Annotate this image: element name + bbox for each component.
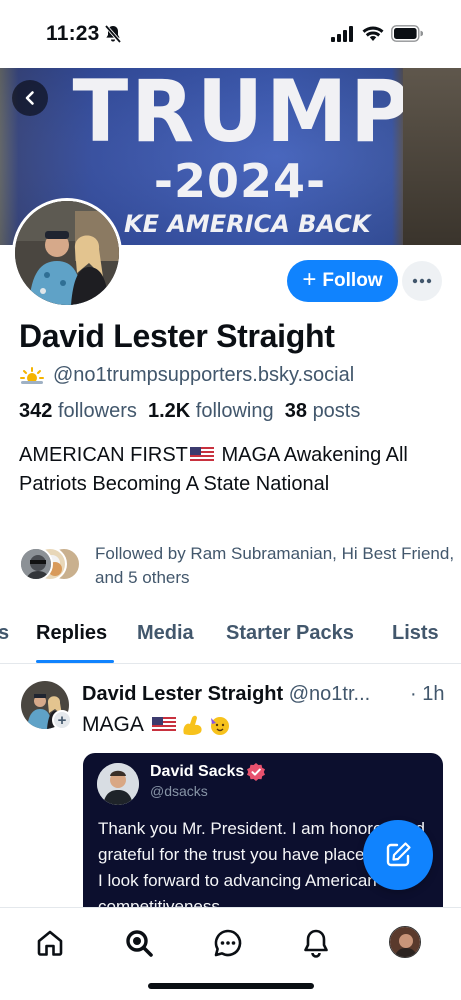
banner-text-line1: TRUMP — [72, 68, 413, 162]
compose-button[interactable] — [363, 820, 433, 890]
tab-media[interactable]: Media — [137, 622, 194, 645]
post-body: MAGA — [82, 713, 144, 736]
sun-behind-cloud-icon — [20, 366, 44, 384]
profile-bio: AMERICAN FIRST MAGA Awakening All Patrio… — [19, 444, 408, 495]
home-indicator — [148, 983, 314, 989]
nav-profile-avatar[interactable] — [389, 926, 421, 958]
tab-lists[interactable]: Lists — [392, 622, 439, 645]
avatar-photo — [15, 201, 119, 305]
status-time: 11:23 — [46, 22, 100, 45]
wifi-icon — [362, 26, 384, 41]
stats-row: 342 followers 1.2K following 38 posts — [19, 400, 360, 423]
post-text: MAGA — [82, 713, 232, 737]
partying-face-emoji — [210, 717, 229, 735]
followed-by-text: Followed by Ram Subramanian, Hi Best Fri… — [95, 544, 455, 587]
chevron-left-icon — [25, 91, 34, 105]
post-author-handle[interactable]: @no1tr... — [289, 683, 370, 705]
status-bar: 11:23 — [0, 0, 461, 68]
nav-home[interactable] — [33, 926, 67, 960]
active-tab-indicator — [36, 660, 114, 663]
follow-plus-badge[interactable]: + — [52, 710, 72, 730]
nav-notifications[interactable] — [299, 926, 333, 960]
tab-posts-partial[interactable]: s — [0, 622, 9, 645]
post-timestamp[interactable]: · 1h — [406, 683, 445, 706]
bell-muted-icon — [104, 24, 122, 44]
post-author-name[interactable]: David Lester Straight — [82, 683, 283, 705]
us-flag-emoji — [151, 717, 176, 733]
battery-icon — [391, 25, 423, 42]
tab-replies[interactable]: Replies — [36, 622, 107, 645]
posts-count: 38 posts — [284, 400, 361, 422]
chat-icon — [214, 929, 242, 957]
home-icon — [37, 930, 63, 956]
follow-button[interactable]: + Follow — [287, 260, 398, 302]
profile-tabs: s Replies Media Starter Packs Lists — [0, 612, 461, 664]
bell-icon — [304, 929, 328, 958]
nav-search[interactable] — [122, 926, 156, 960]
us-flag-icon — [189, 447, 214, 463]
banner-text-line3: KE AMERICA BACK — [124, 210, 371, 238]
display-name: David Lester Straight — [19, 318, 335, 354]
follow-label: Follow — [322, 270, 383, 291]
followers-link[interactable]: 342 followers — [19, 400, 137, 422]
quoted-author-avatar — [97, 763, 139, 805]
nav-chat[interactable] — [211, 926, 245, 960]
banner-text-line2: -2024- — [153, 154, 327, 208]
flexed-biceps-emoji — [183, 715, 202, 736]
back-button[interactable] — [12, 80, 48, 116]
compose-pencil-icon — [386, 842, 411, 867]
search-icon — [126, 930, 153, 957]
more-options-button[interactable] — [402, 261, 442, 301]
banner-wall-shadow — [403, 68, 461, 245]
follower-avatar-1 — [19, 547, 53, 581]
profile-handle[interactable]: @no1trumpsupporters.bsky.social — [53, 364, 354, 387]
verified-badge-icon — [247, 763, 265, 781]
ellipsis-icon — [412, 278, 432, 284]
plus-icon: + — [302, 266, 317, 293]
profile-avatar[interactable] — [12, 198, 122, 308]
cellular-signal-icon — [331, 26, 353, 42]
quoted-author-name: David Sacks — [150, 763, 245, 780]
handle-row: @no1trumpsupporters.bsky.social — [19, 364, 354, 387]
quoted-author-handle: @dsacks — [150, 783, 208, 799]
tab-starter-packs[interactable]: Starter Packs — [226, 622, 354, 645]
post-header: David Lester Straight @no1tr... — [82, 683, 452, 706]
following-link[interactable]: 1.2K following — [148, 400, 274, 422]
